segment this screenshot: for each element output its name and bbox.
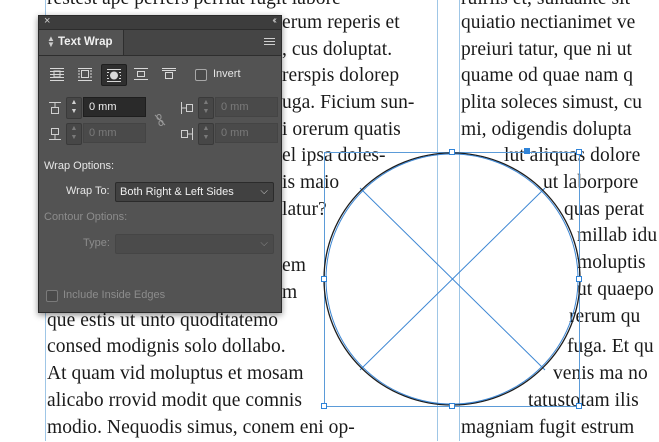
selection-handle[interactable] [321,403,327,409]
wrap-around-bounding-box-button[interactable] [73,64,97,84]
selection-handle[interactable] [449,149,455,155]
tab-text-wrap[interactable]: ▲ ▼ Text Wrap [39,30,124,55]
panel-title-strip[interactable]: × ‹‹ [39,15,281,30]
bottom-offset-field[interactable]: 0 mm [83,123,146,143]
jump-object-button[interactable] [129,64,153,84]
chevron-down-icon: ⌵ [260,186,268,197]
left-offset-field[interactable]: 0 mm [215,97,278,117]
selection-handle[interactable] [576,403,582,409]
wrap-to-value: Both Right & Left Sides [120,186,234,198]
include-inside-edges-checkbox[interactable] [46,290,58,302]
bottom-offset-stepper[interactable]: ▲ ▼ [66,123,82,145]
right-offset-stepper[interactable]: ▲ ▼ [198,123,214,145]
selection-handle[interactable] [576,149,582,155]
link-offsets-icon[interactable] [153,113,167,127]
right-offset-field[interactable]: 0 mm [215,123,278,143]
selection-handle[interactable] [576,276,582,282]
selection-handle[interactable] [321,276,327,282]
center-point-handle[interactable] [524,148,530,154]
right-offset-icon [181,128,193,140]
wrap-around-object-shape-button[interactable] [101,64,127,86]
close-panel-icon[interactable]: × [44,15,50,27]
invert-label: Invert [213,68,241,80]
top-offset-stepper[interactable]: ▲ ▼ [66,97,82,119]
tab-expand-icon[interactable]: ▲ ▼ [47,35,55,49]
wrap-to-label: Wrap To: [66,185,110,197]
wrap-to-dropdown[interactable]: Both Right & Left Sides ⌵ [115,182,274,202]
text-wrap-panel[interactable]: × ‹‹ ▲ ▼ Text Wrap Invert ▲ ▼ 0 mm ▲ ▼ 0 mm… [38,15,282,313]
contour-type-dropdown[interactable]: ⌵ [115,234,274,254]
left-offset-stepper[interactable]: ▲ ▼ [198,97,214,119]
collapse-panel-icon[interactable]: ‹‹ [272,15,276,26]
top-offset-field[interactable]: 0 mm [83,97,146,117]
selection-handle[interactable] [449,403,455,409]
bottom-offset-icon [49,128,61,140]
include-inside-edges-label: Include Inside Edges [63,289,166,301]
panel-title: Text Wrap [58,36,113,48]
jump-to-next-column-button[interactable] [157,64,181,84]
invert-checkbox[interactable] [195,69,207,81]
type-label: Type: [83,237,110,249]
panel-menu-icon[interactable] [264,38,275,47]
panel-tab-bar: ▲ ▼ Text Wrap [39,30,281,56]
top-offset-icon [49,102,61,114]
contour-options-heading: Contour Options: [44,211,128,223]
no-text-wrap-button[interactable] [45,64,69,84]
wrap-options-heading: Wrap Options: [44,160,115,172]
left-offset-icon [181,102,193,114]
chevron-down-icon: ⌵ [260,238,268,249]
